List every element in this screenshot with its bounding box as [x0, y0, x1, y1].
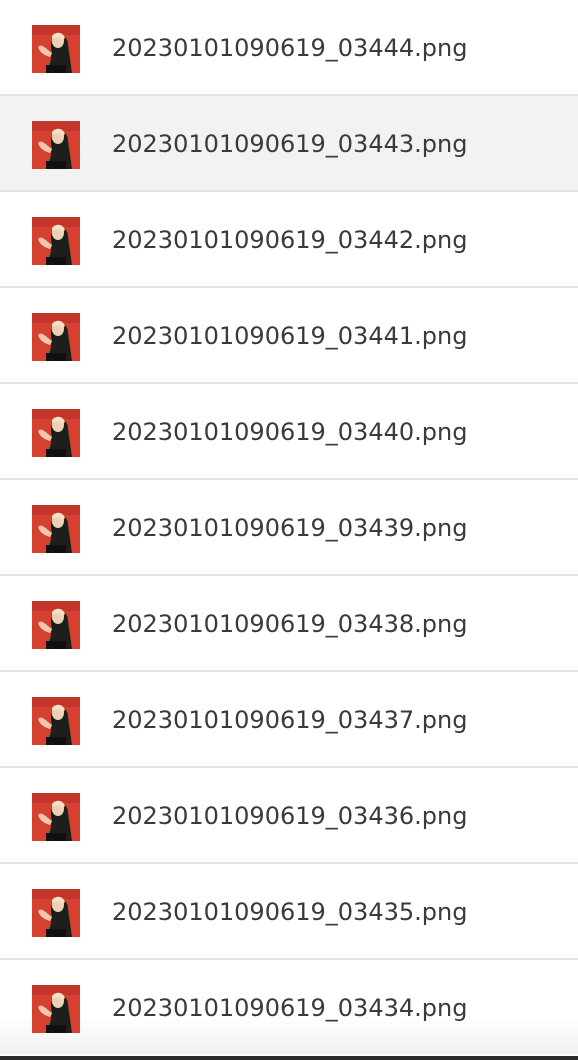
image-thumbnail-icon — [32, 25, 80, 73]
image-thumbnail-icon — [32, 601, 80, 649]
file-row[interactable]: 20230101090619_03443.png — [0, 96, 578, 192]
file-name: 20230101090619_03443.png — [112, 130, 468, 158]
file-name: 20230101090619_03438.png — [112, 610, 468, 638]
file-row[interactable]: 20230101090619_03438.png — [0, 576, 578, 672]
file-name: 20230101090619_03440.png — [112, 418, 468, 446]
file-row[interactable]: 20230101090619_03434.png — [0, 960, 578, 1054]
file-name: 20230101090619_03439.png — [112, 514, 468, 542]
image-thumbnail-icon — [32, 505, 80, 553]
file-row[interactable]: 20230101090619_03440.png — [0, 384, 578, 480]
image-thumbnail-icon — [32, 985, 80, 1033]
file-name: 20230101090619_03435.png — [112, 898, 468, 926]
file-name: 20230101090619_03436.png — [112, 802, 468, 830]
file-row[interactable]: 20230101090619_03435.png — [0, 864, 578, 960]
file-row[interactable]: 20230101090619_03439.png — [0, 480, 578, 576]
file-list: 20230101090619_03444.png 20230101090619_… — [0, 0, 578, 1058]
image-thumbnail-icon — [32, 697, 80, 745]
image-thumbnail-icon — [32, 409, 80, 457]
file-row[interactable]: 20230101090619_03436.png — [0, 768, 578, 864]
file-row[interactable]: 20230101090619_03441.png — [0, 288, 578, 384]
file-name: 20230101090619_03441.png — [112, 322, 468, 350]
image-thumbnail-icon — [32, 793, 80, 841]
image-thumbnail-icon — [32, 313, 80, 361]
image-thumbnail-icon — [32, 889, 80, 937]
file-row[interactable]: 20230101090619_03437.png — [0, 672, 578, 768]
image-thumbnail-icon — [32, 121, 80, 169]
file-name: 20230101090619_03434.png — [112, 994, 468, 1022]
file-row[interactable]: 20230101090619_03444.png — [0, 0, 578, 96]
file-row[interactable]: 20230101090619_03442.png — [0, 192, 578, 288]
file-name: 20230101090619_03437.png — [112, 706, 468, 734]
image-thumbnail-icon — [32, 217, 80, 265]
file-name: 20230101090619_03444.png — [112, 34, 468, 62]
bottom-edge-divider — [0, 1056, 578, 1060]
file-name: 20230101090619_03442.png — [112, 226, 468, 254]
